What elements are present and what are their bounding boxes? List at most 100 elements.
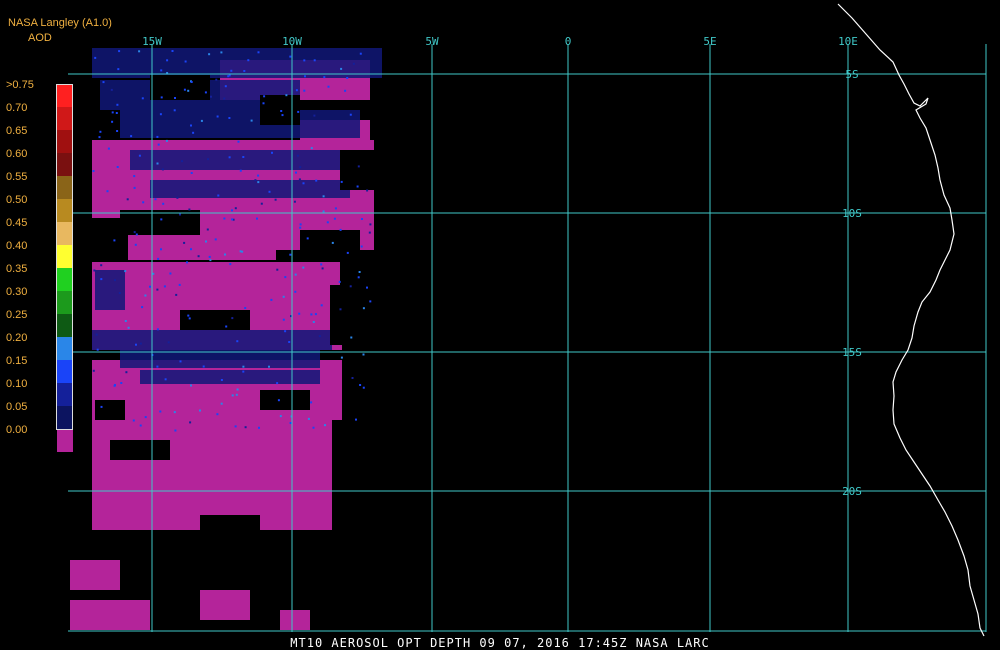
aod-speckle: [294, 273, 297, 276]
aod-speckle: [162, 202, 165, 205]
aod-speckle: [209, 259, 212, 262]
aod-speckle: [160, 96, 163, 99]
aod-speckle: [231, 209, 233, 212]
aod-speckle: [346, 251, 349, 254]
aod-speckle: [288, 341, 291, 343]
aod-speckle: [310, 147, 313, 150]
aod-speckle: [100, 405, 103, 408]
aod-speckle: [215, 78, 218, 81]
aod-speckle: [186, 261, 188, 264]
aod-speckle: [352, 62, 355, 65]
aod-speckle: [126, 198, 129, 201]
aod-speckle: [204, 91, 207, 94]
aod-speckle: [228, 156, 231, 159]
aod-speckle: [149, 285, 151, 288]
aod-speckle: [237, 140, 240, 143]
longitude-label: 10W: [282, 35, 302, 48]
aod-speckle: [190, 172, 193, 174]
aod-speckle: [160, 69, 163, 72]
aod-speckle: [144, 416, 147, 419]
aod-speckle: [362, 307, 365, 310]
aod-speckle: [362, 386, 365, 389]
aod-speckle: [302, 182, 305, 185]
aod-speckle: [164, 378, 167, 381]
longitude-labels: 15W 10W 5W 0 5E 10E: [142, 35, 858, 48]
aod-gap: [95, 400, 125, 420]
aod-speckle: [92, 369, 95, 372]
aod-speckle: [187, 314, 190, 317]
aod-speckle: [295, 171, 297, 174]
aod-speckle: [144, 294, 147, 297]
aod-gap: [260, 390, 310, 410]
aod-speckle: [358, 271, 361, 273]
aod-gap: [340, 150, 380, 190]
aod-speckle: [184, 60, 187, 63]
aod-speckle: [361, 218, 363, 220]
aod-speckle: [160, 248, 162, 251]
aod-speckle: [314, 313, 317, 316]
aod-speckle: [366, 189, 369, 192]
aod-speckle: [274, 198, 277, 201]
aod-speckle: [340, 356, 343, 359]
aod-speckle: [260, 202, 263, 205]
legend-label: 0.15: [6, 355, 28, 367]
aod-speckle: [263, 95, 266, 98]
legend-label: 0.35: [6, 263, 28, 275]
latitude-label: 10S: [842, 207, 862, 220]
aod-patch: [92, 330, 332, 350]
aod-speckle: [313, 59, 316, 62]
aod-speckle: [298, 312, 301, 315]
product-label: AOD: [28, 32, 52, 44]
aod-speckle: [118, 50, 121, 53]
longitude-label: 0: [565, 35, 572, 48]
aod-speckle: [234, 425, 237, 428]
aod-speckle: [242, 370, 245, 373]
legend-label: 0.30: [6, 286, 28, 298]
aod-speckle: [239, 169, 242, 172]
aod-speckle: [339, 308, 342, 311]
aod-speckle: [276, 268, 279, 271]
aod-speckle: [303, 59, 306, 62]
aod-speckle: [331, 241, 334, 244]
aod-speckle: [247, 59, 250, 62]
aod-speckle: [133, 175, 136, 178]
aod-speckle: [276, 382, 279, 385]
aod-speckle: [295, 89, 298, 92]
aod-speckle: [173, 109, 176, 112]
aod-speckle: [281, 114, 284, 117]
longitude-label: 5E: [703, 35, 716, 48]
aod-speckle: [322, 195, 325, 198]
aod-speckle: [230, 69, 233, 72]
aod-speckle: [299, 223, 302, 226]
aod-speckle: [351, 377, 354, 379]
aod-speckle: [189, 421, 192, 424]
aod-speckle: [223, 217, 226, 220]
aod-speckle: [293, 200, 296, 203]
aod-speckle: [326, 221, 329, 224]
aod-speckle: [113, 384, 116, 387]
aod-speckle: [323, 76, 326, 79]
aod-speckle: [241, 250, 244, 253]
longitude-label: 15W: [142, 35, 162, 48]
aod-speckle: [340, 67, 343, 70]
aod-speckle: [107, 147, 110, 150]
aod-speckle: [159, 410, 162, 413]
aod-speckle: [349, 285, 352, 288]
aod-speckle: [322, 210, 325, 213]
aod-speckle: [369, 300, 372, 303]
aod-patch: [140, 370, 320, 384]
aod-speckle: [125, 371, 128, 374]
aod-patch: [130, 150, 350, 170]
aod-speckle: [116, 166, 119, 168]
aod-speckle: [217, 194, 220, 197]
aod-speckle: [242, 156, 245, 158]
legend-label: 0.20: [6, 332, 28, 344]
aod-speckle: [229, 263, 232, 266]
aod-speckle: [156, 328, 159, 331]
aod-speckle: [340, 180, 343, 183]
aod-speckle: [320, 304, 323, 307]
aod-speckle: [130, 135, 133, 138]
aod-speckle: [310, 313, 313, 316]
aod-speckle: [362, 353, 365, 356]
legend-frame: [56, 84, 73, 430]
